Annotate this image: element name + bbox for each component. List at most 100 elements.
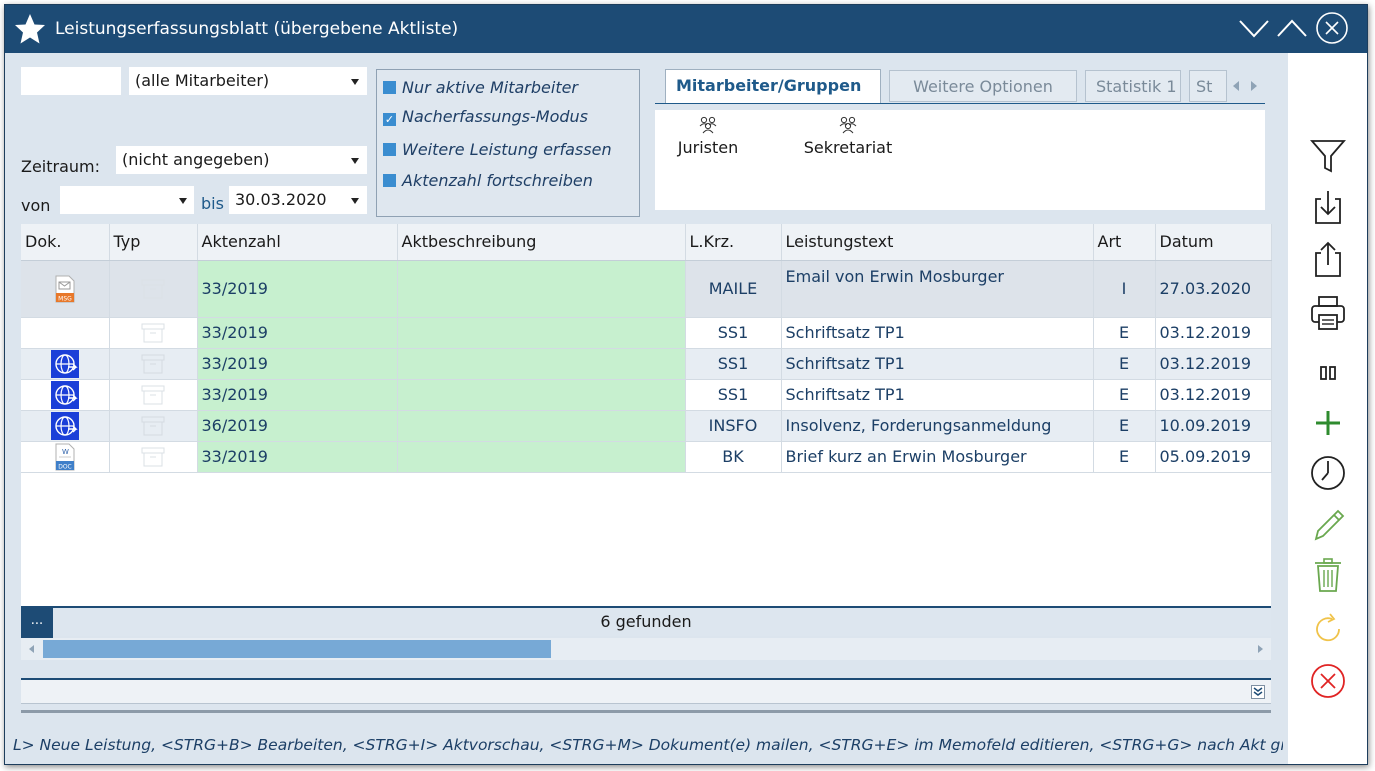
table-row[interactable]: 33/2019 SS1 Schriftsatz TP1 E 03.12.2019 — [21, 379, 1272, 411]
app-window: Leistungserfassungsblatt (übergebene Akt… — [4, 4, 1368, 765]
tab-scroll-arrows-icon[interactable] — [1227, 79, 1263, 93]
column-header-datum[interactable]: Datum — [1155, 224, 1272, 261]
column-header-leistungstext[interactable]: Leistungstext — [781, 224, 1094, 261]
doc-cell[interactable]: MSG — [21, 260, 110, 318]
column-header-lkrz[interactable]: L.Krz. — [685, 224, 782, 261]
aktenzahl-cell: 36/2019 — [197, 410, 398, 442]
column-header-aktenzahl[interactable]: Aktenzahl — [197, 224, 398, 261]
to-date-value: 30.03.2020 — [235, 190, 327, 209]
leistungstext-cell: Email von Erwin Mosburger — [781, 260, 1094, 318]
doc-file-icon: W DOC — [55, 443, 75, 470]
checkbox-unchecked-icon — [383, 174, 396, 187]
web-link-icon — [50, 380, 79, 409]
period-select[interactable]: (nicht angegeben) — [116, 146, 367, 174]
option-followup-mode[interactable]: ✓ Nacherfassungs-Modus — [383, 107, 588, 126]
art-cell: E — [1093, 410, 1156, 442]
leistungstext-cell: Schriftsatz TP1 — [781, 317, 1094, 349]
aktbeschreibung-cell — [397, 410, 686, 442]
doc-cell[interactable]: W DOC — [21, 441, 110, 473]
print-icon[interactable] — [1308, 293, 1348, 333]
scrollbar-thumb[interactable] — [43, 640, 551, 658]
to-date-dropdown-icon[interactable] — [351, 198, 359, 204]
column-header-aktbeschreibung[interactable]: Aktbeschreibung — [397, 224, 686, 261]
tab-more-options[interactable]: Weitere Optionen — [889, 70, 1077, 102]
employee-select[interactable]: (alle Mitarbeiter) — [129, 67, 367, 95]
table-row[interactable]: MSG 33/2019 MAILE Email von Erwin Mosbur… — [21, 260, 1272, 318]
web-link-icon — [50, 349, 79, 378]
from-date-dropdown-icon[interactable] — [179, 198, 187, 204]
tab-statistics-1[interactable]: Statistik 1 — [1085, 70, 1181, 102]
leistungstext-cell: Schriftsatz TP1 — [781, 379, 1094, 411]
columns-icon[interactable] — [1308, 353, 1348, 393]
clock-icon[interactable] — [1308, 453, 1348, 493]
datum-cell: 03.12.2019 — [1155, 379, 1272, 411]
option-more-services[interactable]: Weitere Leistung erfassen — [383, 140, 612, 159]
export-icon[interactable] — [1308, 239, 1348, 279]
to-label: bis — [201, 194, 224, 213]
group-item-juristen[interactable]: Juristen — [669, 116, 747, 157]
checkbox-unchecked-icon — [383, 143, 396, 156]
services-table: Dok. Typ Aktenzahl Aktbeschreibung L.Krz… — [21, 224, 1272, 473]
web-link-icon — [50, 411, 79, 440]
column-header-typ[interactable]: Typ — [109, 224, 198, 261]
main-content: (alle Mitarbeiter) Zeitraum: (nicht ange… — [5, 53, 1288, 764]
to-date-input[interactable]: 30.03.2020 — [229, 186, 367, 214]
code-input[interactable] — [21, 67, 121, 95]
maximize-chevron-icon[interactable] — [1275, 11, 1309, 45]
doc-cell[interactable] — [21, 379, 110, 411]
edit-icon[interactable] — [1308, 505, 1348, 545]
close-icon[interactable] — [1315, 11, 1349, 45]
add-icon[interactable] — [1308, 403, 1348, 443]
scroll-left-icon[interactable] — [27, 644, 37, 654]
table-row[interactable]: 33/2019 SS1 Schriftsatz TP1 E 03.12.2019 — [21, 348, 1272, 380]
minimize-chevron-icon[interactable] — [1237, 11, 1271, 45]
cancel-icon[interactable] — [1308, 661, 1348, 701]
table-row[interactable]: 36/2019 INSFO Insolvenz, Forderungsanmel… — [21, 410, 1272, 442]
column-header-art[interactable]: Art — [1093, 224, 1156, 261]
aktbeschreibung-cell — [397, 317, 686, 349]
datum-cell: 03.12.2019 — [1155, 348, 1272, 380]
datum-cell: 10.09.2019 — [1155, 410, 1272, 442]
leistungstext-cell: Brief kurz an Erwin Mosburger — [781, 441, 1094, 473]
table-row[interactable]: W DOC 33/2019 BK Brief kurz an Erwin Mos… — [21, 441, 1272, 473]
period-dropdown-icon[interactable] — [351, 158, 359, 164]
type-cell — [109, 410, 198, 442]
scroll-right-icon[interactable] — [1255, 644, 1265, 654]
lkrz-cell: BK — [685, 441, 782, 473]
lkrz-cell: INSFO — [685, 410, 782, 442]
period-label: Zeitraum: — [21, 157, 101, 176]
archive-box-icon — [141, 416, 165, 435]
doc-cell[interactable] — [21, 348, 110, 380]
from-date-input[interactable] — [60, 186, 194, 214]
art-cell: E — [1093, 379, 1156, 411]
column-header-dok[interactable]: Dok. — [21, 224, 110, 261]
doc-cell[interactable] — [21, 410, 110, 442]
expand-down-icon[interactable] — [1251, 685, 1265, 699]
type-cell — [109, 317, 198, 349]
people-group-icon — [699, 116, 717, 134]
title-bar: Leistungserfassungsblatt (übergebene Akt… — [5, 5, 1367, 53]
tab-statistics-2[interactable]: St — [1189, 70, 1227, 102]
refresh-icon[interactable] — [1308, 609, 1348, 649]
keyboard-shortcuts-hint: L> Neue Leistung, <STRG+B> Bearbeiten, <… — [13, 736, 1283, 754]
art-cell: E — [1093, 441, 1156, 473]
option-active-employees[interactable]: Nur aktive Mitarbeiter — [383, 78, 578, 97]
group-label: Sekretariat — [803, 138, 893, 157]
horizontal-scrollbar[interactable] — [21, 638, 1271, 660]
checkbox-unchecked-icon — [383, 81, 396, 94]
import-icon[interactable] — [1308, 187, 1348, 227]
msg-file-icon: MSG — [55, 275, 75, 302]
tab-employees-groups[interactable]: Mitarbeiter/Gruppen — [665, 69, 881, 103]
employee-dropdown-icon[interactable] — [351, 79, 359, 85]
filter-icon[interactable] — [1308, 135, 1348, 175]
delete-icon[interactable] — [1308, 555, 1348, 595]
svg-text:W: W — [62, 448, 69, 456]
option-continue-file-number[interactable]: Aktenzahl fortschreiben — [383, 171, 593, 190]
archive-box-icon — [141, 385, 165, 404]
aktenzahl-cell: 33/2019 — [197, 441, 398, 473]
memo-field[interactable] — [21, 678, 1271, 704]
table-row[interactable]: 33/2019 SS1 Schriftsatz TP1 E 03.12.2019 — [21, 317, 1272, 349]
doc-cell[interactable] — [21, 317, 110, 349]
group-item-sekretariat[interactable]: Sekretariat — [783, 116, 913, 157]
checkbox-checked-icon: ✓ — [383, 113, 396, 126]
